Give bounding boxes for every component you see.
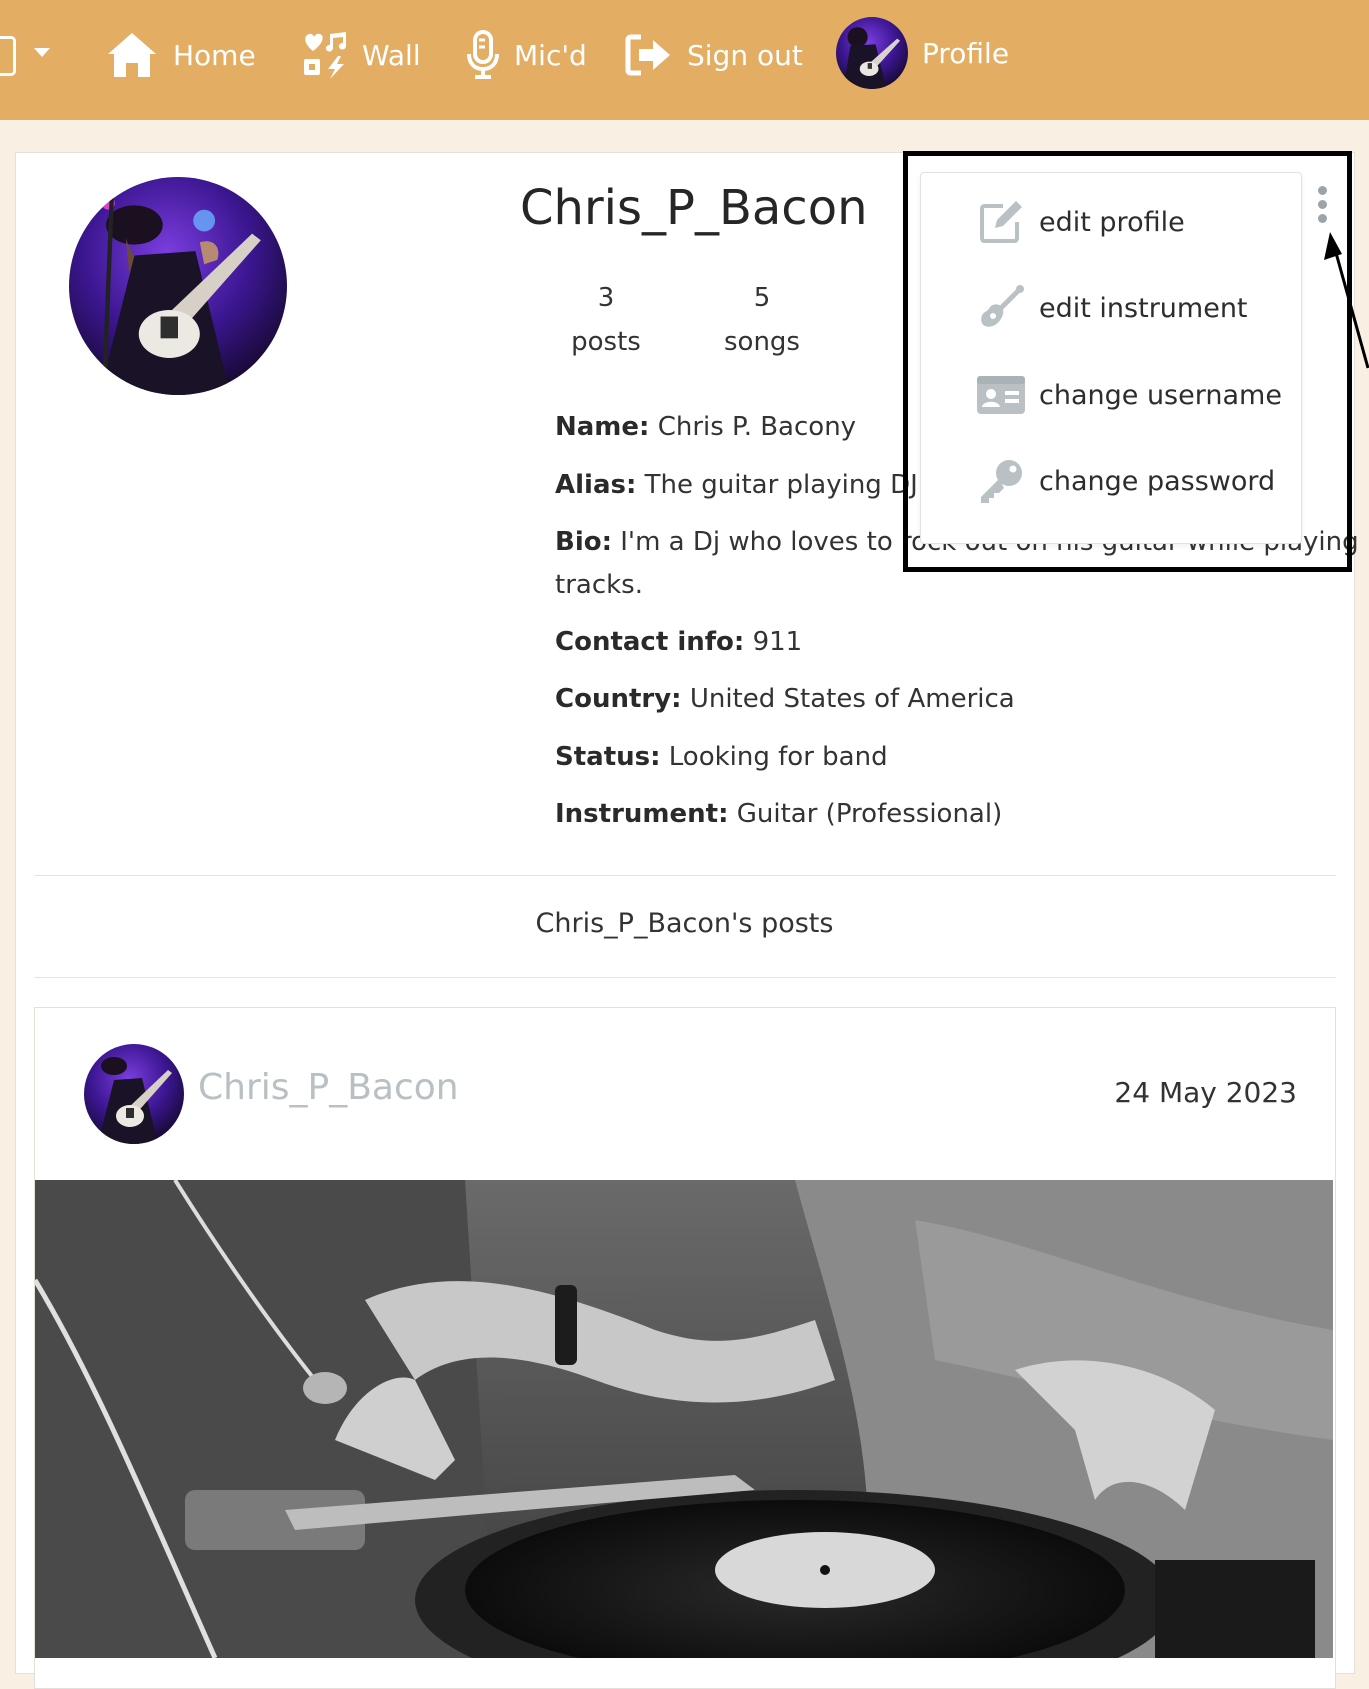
microphone-icon <box>467 30 499 79</box>
sign-out-icon <box>625 34 670 76</box>
stat-posts-count: 3 <box>597 283 615 313</box>
detail-name-label: Name: <box>555 412 650 442</box>
nav-sign-out-label: Sign out <box>687 38 803 72</box>
detail-status-value: Looking for band <box>668 742 888 772</box>
detail-contact: Contact info: 911 <box>555 627 802 657</box>
nav-micd[interactable]: Mic'd <box>466 20 587 90</box>
detail-instrument-value: Guitar (Professional) <box>736 799 1003 829</box>
nav-dropdown-toggle[interactable] <box>0 30 56 76</box>
detail-country-label: Country: <box>555 684 682 714</box>
stat-songs-label: songs <box>724 327 800 357</box>
nav-home-label: Home <box>173 38 256 72</box>
stat-posts-label: posts <box>571 327 641 357</box>
detail-bio-label: Bio: <box>555 527 612 557</box>
detail-name: Name: Chris P. Bacony <box>555 412 856 442</box>
avatar <box>836 17 908 89</box>
profile-username: Chris_P_Bacon <box>520 180 868 236</box>
detail-alias-label: Alias: <box>555 470 637 500</box>
detail-alias: Alias: The guitar playing DJ <box>555 470 918 500</box>
section-divider <box>34 977 1336 978</box>
stat-posts[interactable]: 3 posts <box>570 276 642 364</box>
section-divider <box>34 875 1336 876</box>
nav-micd-label: Mic'd <box>514 38 587 72</box>
nav-wall[interactable]: Wall <box>302 20 421 90</box>
nav-sign-out[interactable]: Sign out <box>625 20 803 90</box>
detail-contact-value: 911 <box>752 627 803 657</box>
detail-instrument: Instrument: Guitar (Professional) <box>555 799 1002 829</box>
detail-bio-continuation: tracks. <box>555 570 643 600</box>
post-date: 24 May 2023 <box>1114 1076 1297 1109</box>
post-author-link[interactable]: Chris_P_Bacon <box>198 1067 459 1108</box>
post-author-avatar[interactable] <box>84 1044 184 1144</box>
caret-down-icon <box>34 48 50 57</box>
nav-wall-label: Wall <box>362 38 421 72</box>
profile-avatar <box>69 177 287 395</box>
top-navbar: Home Wall Mic'd Sign out Profile <box>0 0 1369 120</box>
detail-instrument-label: Instrument: <box>555 799 729 829</box>
music-shapes-icon <box>304 32 346 79</box>
menu-box-icon <box>0 36 16 76</box>
home-icon <box>108 33 156 77</box>
posts-heading: Chris_P_Bacon's posts <box>535 908 834 939</box>
annotation-arrow-icon <box>1324 232 1369 369</box>
detail-contact-label: Contact info: <box>555 627 745 657</box>
stat-songs-count: 5 <box>753 283 771 313</box>
nav-profile-label: Profile <box>922 36 1010 70</box>
post-image <box>35 1180 1333 1658</box>
detail-alias-value: The guitar playing DJ <box>644 470 918 500</box>
stat-songs[interactable]: 5 songs <box>720 276 804 364</box>
detail-status-label: Status: <box>555 742 661 772</box>
detail-country: Country: United States of America <box>555 684 1015 714</box>
nav-profile[interactable]: Profile <box>836 17 1010 89</box>
detail-country-value: United States of America <box>689 684 1015 714</box>
detail-name-value: Chris P. Bacony <box>657 412 857 442</box>
nav-home[interactable]: Home <box>105 20 256 90</box>
annotation-highlight-box <box>903 151 1352 572</box>
detail-status: Status: Looking for band <box>555 742 888 772</box>
